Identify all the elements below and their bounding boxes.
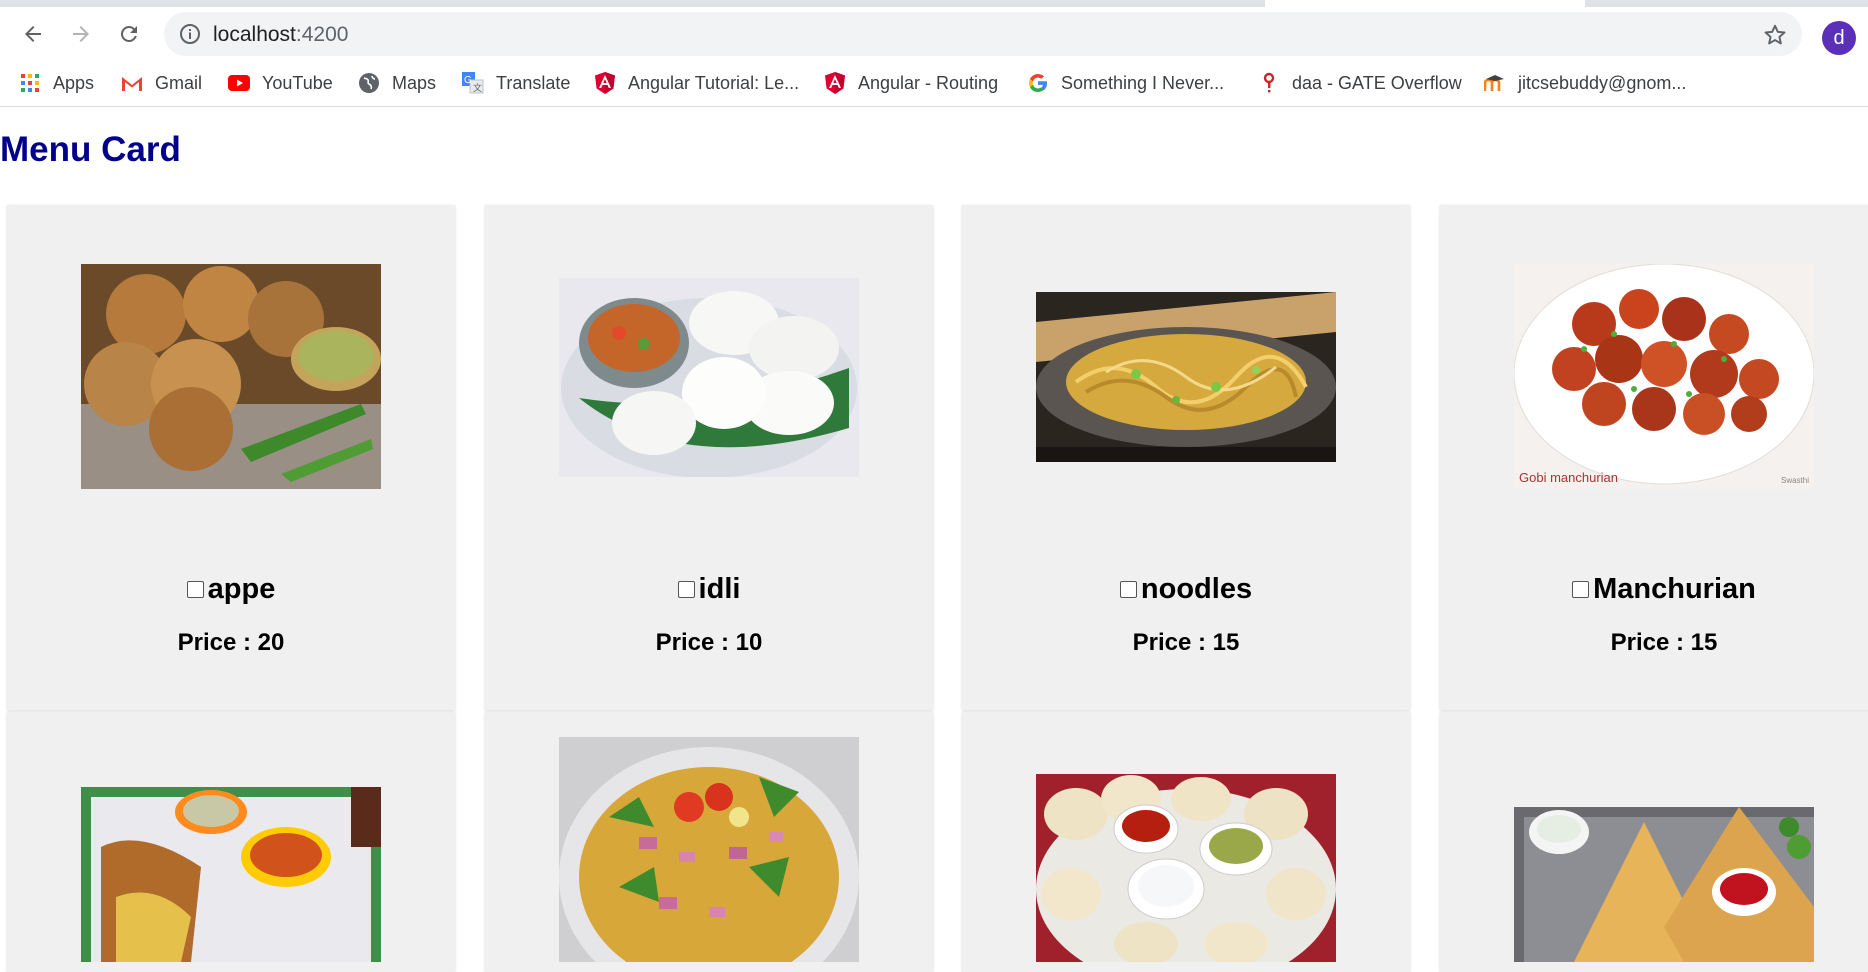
bookmark-label: YouTube — [262, 72, 333, 93]
manchurian-image-caption: Gobi manchurian — [1519, 470, 1618, 485]
bookmark-something[interactable]: Something I Never... — [1027, 69, 1224, 97]
item-price: Price : 15 — [1610, 629, 1718, 656]
gmail-icon — [121, 72, 143, 94]
forward-button[interactable] — [61, 14, 101, 54]
bookmark-label: jitcsebuddy@gnom... — [1518, 72, 1687, 93]
item-name: Manchurian — [1593, 573, 1756, 605]
angular-icon — [824, 72, 846, 94]
momos-image — [1036, 774, 1336, 962]
bookmark-label: Translate — [496, 72, 571, 93]
bookmark-gmail[interactable]: Gmail — [121, 69, 202, 97]
noodles-label-row: noodles — [962, 573, 1410, 606]
bookmark-label: Angular - Routing — [858, 72, 999, 93]
back-arrow-icon — [25, 26, 41, 42]
url-port: :4200 — [295, 23, 349, 46]
bookmark-label: daa - GATE Overflow — [1292, 72, 1462, 93]
item-name: noodles — [1140, 573, 1253, 605]
menu-card-manchurian: Gobi manchurian Swasthi Manchurian Price… — [1440, 205, 1868, 710]
idli-label-row: idli — [485, 573, 933, 606]
bookmark-youtube[interactable]: YouTube — [228, 69, 333, 97]
manchurian-label-row: Manchurian — [1440, 573, 1868, 606]
address-bar[interactable]: localhost:4200 — [164, 12, 1802, 56]
tab-strip — [0, 0, 1868, 7]
idli-checkbox[interactable] — [677, 581, 695, 598]
bookmark-apps[interactable]: Apps — [19, 69, 94, 97]
bookmark-angular-routing[interactable]: Angular - Routing — [824, 69, 998, 97]
item-name: idli — [698, 573, 741, 605]
bookmark-label: Maps — [392, 72, 437, 93]
noodles-checkbox[interactable] — [1119, 581, 1137, 598]
idli-image — [559, 278, 859, 477]
apps-grid-icon — [19, 72, 41, 94]
url-text[interactable]: localhost:4200 — [213, 23, 348, 47]
moodle-icon — [1484, 72, 1506, 94]
svg-text:G: G — [464, 75, 472, 86]
bookmark-label: Angular Tutorial: Le... — [628, 72, 800, 93]
menu-card-appe: appe Price : 20 — [7, 205, 455, 710]
bookmark-angular-tutorial[interactable]: Angular Tutorial: Le... — [594, 69, 799, 97]
manchurian-image-credit: Swasthi — [1780, 476, 1809, 485]
page-title: Menu Card — [0, 130, 181, 169]
bookmark-maps[interactable]: Maps — [358, 69, 436, 97]
browser-toolbar: localhost:4200 d — [0, 7, 1868, 61]
poha-image — [559, 737, 859, 962]
gate-overflow-icon — [1258, 72, 1280, 94]
google-icon — [1027, 72, 1049, 94]
bookmark-label: Gmail — [155, 72, 203, 93]
active-tab-edge — [1265, 0, 1585, 7]
item-price: Price : 20 — [177, 629, 285, 656]
bookmark-gate-overflow[interactable]: daa - GATE Overflow — [1258, 69, 1462, 97]
bookmark-label: Something I Never... — [1061, 72, 1225, 93]
maps-globe-icon — [358, 72, 380, 94]
translate-icon: G文 — [462, 72, 484, 94]
bookmark-translate[interactable]: G文 Translate — [462, 69, 570, 97]
reload-button[interactable] — [109, 14, 149, 54]
menu-card-momos — [962, 712, 1410, 972]
bookmarks-bar: Apps Gmail YouTube Maps G文 Translate Ang… — [0, 61, 1868, 107]
menu-card-idli: idli Price : 10 — [485, 205, 933, 710]
noodles-image — [1036, 292, 1336, 462]
appe-label-row: appe — [7, 573, 455, 606]
menu-card-noodles: noodles Price : 15 — [962, 205, 1410, 710]
url-host: localhost — [213, 23, 296, 46]
angular-icon — [594, 72, 616, 94]
forward-arrow-icon — [73, 26, 89, 42]
item-price: Price : 15 — [1132, 629, 1240, 656]
youtube-icon — [228, 72, 250, 94]
svg-text:文: 文 — [473, 82, 482, 93]
bookmark-star-icon[interactable] — [1762, 22, 1788, 48]
item-name: appe — [207, 573, 276, 605]
item-price: Price : 10 — [655, 629, 763, 656]
reload-icon — [121, 25, 137, 42]
dosa-image — [81, 787, 381, 962]
bookmark-label: Apps — [53, 72, 95, 93]
manchurian-image: Gobi manchurian Swasthi — [1514, 264, 1814, 489]
profile-avatar[interactable]: d — [1822, 21, 1856, 55]
menu-card-samosa — [1440, 712, 1868, 972]
menu-card-poha — [485, 712, 933, 972]
manchurian-checkbox[interactable] — [1572, 581, 1590, 598]
back-button[interactable] — [13, 14, 53, 54]
site-info-icon[interactable] — [178, 22, 202, 46]
menu-card-dosa — [7, 712, 455, 972]
appe-image — [81, 264, 381, 489]
samosa-image — [1514, 807, 1814, 962]
bookmark-moodle[interactable]: jitcsebuddy@gnom... — [1484, 69, 1686, 97]
appe-checkbox[interactable] — [186, 581, 204, 598]
